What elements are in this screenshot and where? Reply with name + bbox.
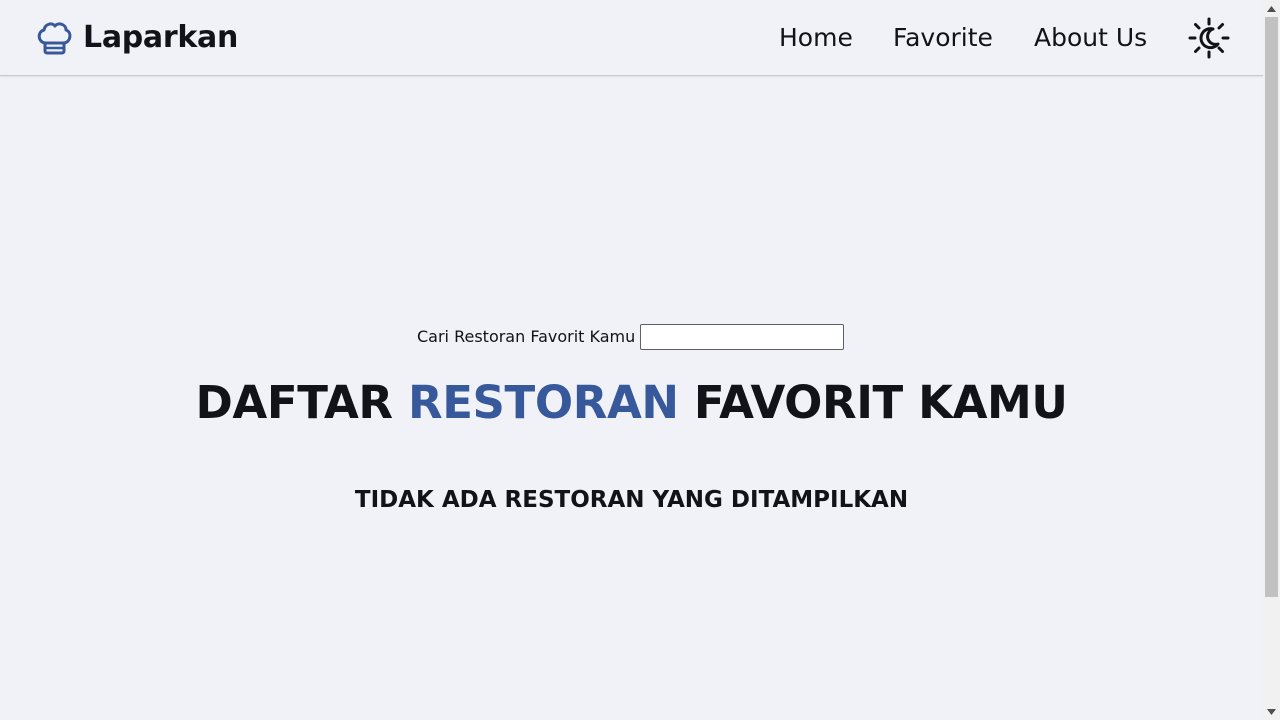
scrollbar-thumb[interactable] <box>1265 17 1278 597</box>
page: Laparkan Home Favorite About Us Cari Res… <box>0 0 1263 720</box>
page-title-part1: DAFTAR <box>195 376 408 429</box>
main-nav: Home Favorite About Us <box>0 18 1263 58</box>
search-bar: Cari Restoran Favorit Kamu <box>0 323 1263 353</box>
sun-moon-icon <box>1188 17 1230 59</box>
page-title-accent: RESTORAN <box>407 376 679 429</box>
theme-toggle-button[interactable] <box>1187 16 1231 60</box>
search-input[interactable] <box>640 324 844 350</box>
page-title-part2: FAVORIT KAMU <box>678 376 1068 429</box>
browser-viewport: Laparkan Home Favorite About Us Cari Res… <box>0 0 1280 720</box>
nav-link-favorite[interactable]: Favorite <box>893 18 993 58</box>
nav-link-home[interactable]: Home <box>779 18 853 58</box>
vertical-scrollbar[interactable] <box>1263 0 1280 720</box>
triangle-down-icon <box>1267 708 1276 715</box>
page-title: DAFTAR RESTORAN FAVORIT KAMU <box>0 374 1263 432</box>
scroll-down-arrow[interactable] <box>1263 703 1280 720</box>
scroll-up-arrow[interactable] <box>1263 0 1280 17</box>
search-label: Cari Restoran Favorit Kamu <box>417 327 636 346</box>
navbar: Laparkan Home Favorite About Us <box>0 0 1263 76</box>
nav-link-about-us[interactable]: About Us <box>1034 18 1147 58</box>
empty-state-message: TIDAK ADA RESTORAN YANG DITAMPILKAN <box>354 487 909 513</box>
triangle-up-icon <box>1267 5 1276 12</box>
